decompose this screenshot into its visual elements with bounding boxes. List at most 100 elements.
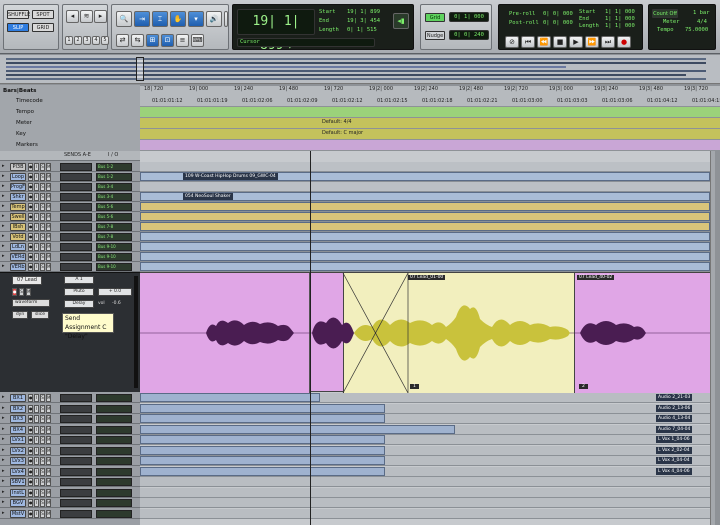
track-name[interactable]: LVx3	[10, 457, 26, 465]
main-counter[interactable]: 19| 1| 899 ▾	[237, 9, 315, 53]
preroll-label[interactable]: Pre-roll	[509, 11, 536, 17]
audio-clip[interactable]	[140, 222, 710, 231]
track-name[interactable]: BGV	[10, 499, 26, 507]
track-tri-icon[interactable]: ▸	[2, 478, 5, 484]
track-tri-icon[interactable]: ▸	[2, 173, 5, 179]
zoomer-tool-icon[interactable]: 🔍	[116, 11, 132, 27]
send-slot[interactable]	[60, 213, 92, 221]
solo-button[interactable]: S	[40, 394, 45, 402]
rec-button[interactable]: ●	[28, 394, 33, 402]
track-row[interactable]: ▸ BX1 ● I S M	[0, 393, 140, 403]
shaker-clip[interactable]: 054 NeoSoul Shaker	[140, 192, 710, 201]
mute-button[interactable]: M	[46, 446, 51, 455]
mute-button[interactable]: M	[46, 404, 51, 413]
mute-button[interactable]: M	[46, 415, 51, 423]
rec-button[interactable]: ●	[28, 499, 33, 507]
send-slot[interactable]	[60, 436, 92, 444]
mute-button[interactable]: M	[46, 223, 51, 231]
io-output[interactable]	[96, 478, 132, 486]
tr-start-value[interactable]: 1| 1| 000	[605, 9, 635, 15]
track-tri-icon[interactable]: ▸	[2, 163, 5, 169]
track-row[interactable]: ▸ InstL ● I S M	[0, 488, 140, 498]
play-icon[interactable]: ▶	[569, 36, 583, 48]
track-row[interactable]: ▸ LVx1 ● I S M	[0, 435, 140, 445]
mirror-midi-icon[interactable]: ≡	[176, 34, 189, 47]
track-name[interactable]: Pl3B	[10, 163, 26, 171]
send-slot[interactable]	[60, 193, 92, 201]
track-row[interactable]: ▸ Pl3B ● I S M Bus 1-2	[0, 162, 140, 172]
solo-button[interactable]: S	[40, 436, 45, 444]
selector-tool-icon[interactable]: ⌶	[152, 11, 168, 27]
input-button[interactable]: I	[34, 163, 39, 171]
right-clip-name[interactable]: L Vox 4_04-06	[656, 467, 692, 475]
count-off-button[interactable]: Count Off	[652, 9, 678, 18]
track-row[interactable]: ▸ Temp ● I S M Bus 5-6	[0, 202, 140, 212]
track-name[interactable]: Loop	[10, 173, 26, 181]
link-timeline-icon[interactable]: ⇆	[131, 34, 144, 47]
mute-button[interactable]: M	[46, 467, 51, 476]
right-clip-name[interactable]: L Vox 2_02-04	[656, 446, 692, 454]
midi-input-icon[interactable]: ◂▮	[393, 13, 409, 29]
tempo-value[interactable]: 75.0000	[685, 27, 708, 33]
rec-button[interactable]: ●	[28, 404, 33, 413]
track-tri-icon[interactable]: ▸	[2, 436, 5, 442]
track-name[interactable]: IBsh	[10, 223, 26, 231]
tempo-ruler[interactable]	[140, 107, 720, 117]
io-output[interactable]	[96, 436, 132, 444]
solo-button[interactable]: S	[40, 233, 45, 241]
rec-button[interactable]: ●	[28, 425, 33, 434]
nudge-value[interactable]: 0| 0| 240	[449, 30, 489, 40]
slip-mode-button[interactable]: SLIP	[7, 23, 29, 32]
zoom-preset-1[interactable]: 1	[65, 36, 73, 45]
send-a-slot[interactable]: A 1	[64, 276, 94, 284]
input-button[interactable]: I	[34, 415, 39, 423]
track-name[interactable]: Votd	[10, 233, 26, 241]
smart-tool-icon[interactable]: ▾	[188, 11, 204, 27]
input-button[interactable]: I	[34, 404, 39, 413]
track-row[interactable]: ▸ MstV ● I S M	[0, 509, 140, 519]
mute-button[interactable]: M	[46, 163, 51, 171]
meter-marker[interactable]: Default: 4/4	[322, 119, 352, 125]
input-button[interactable]: I	[34, 425, 39, 434]
io-output[interactable]	[96, 509, 132, 518]
send-slot[interactable]	[60, 488, 92, 497]
zoom-preset-2[interactable]: 2	[74, 36, 82, 45]
track-tri-icon[interactable]: ▸	[2, 183, 5, 189]
zoom-preset-5[interactable]: 5	[101, 36, 109, 45]
insertion-follows-icon[interactable]: ⊡	[161, 34, 174, 47]
io-output[interactable]: Bus 9-10	[96, 253, 132, 261]
io-output[interactable]	[96, 415, 132, 423]
record-icon[interactable]: ●	[617, 36, 631, 48]
track-name[interactable]: BX1	[10, 394, 26, 402]
mute-button[interactable]: M	[46, 183, 51, 191]
grabber-tool-icon[interactable]: ✋	[170, 11, 186, 27]
track-name[interactable]: BX4	[10, 425, 26, 434]
send-slot[interactable]	[60, 233, 92, 241]
playhead-cursor[interactable]	[310, 151, 311, 525]
track-tri-icon[interactable]: ▸	[2, 233, 5, 239]
scrubber-tool-icon[interactable]: 🔊	[206, 11, 222, 27]
rec-button[interactable]: ●	[28, 203, 33, 211]
rec-button[interactable]: ●	[28, 478, 33, 486]
grid-button[interactable]: Grid	[425, 13, 445, 22]
ruler-meter-label[interactable]: Meter	[16, 118, 32, 128]
right-clip-name[interactable]: L Vox 1_04-06	[656, 436, 692, 443]
solo-button[interactable]: S	[40, 193, 45, 201]
link-track-icon[interactable]: ⊞	[146, 34, 159, 47]
track-row[interactable]: ▸ BX2 ● I S M	[0, 404, 140, 414]
io-output[interactable]	[96, 467, 132, 476]
rec-button[interactable]: ●	[28, 233, 33, 241]
loop-clip[interactable]: 109 W-Coast HipHop Drums 09_GWC-04	[140, 172, 710, 181]
input-button[interactable]: I	[34, 446, 39, 455]
track-tri-icon[interactable]: ▸	[2, 489, 5, 495]
solo-button[interactable]: S	[40, 415, 45, 423]
track-tri-icon[interactable]: ▸	[2, 253, 5, 259]
input-button[interactable]: I	[34, 467, 39, 476]
input-button[interactable]: I	[34, 509, 39, 518]
track-name[interactable]: VERd	[10, 253, 26, 261]
send-slot[interactable]	[60, 223, 92, 231]
mute-button[interactable]: M	[46, 394, 51, 402]
track-lane[interactable]	[140, 477, 715, 487]
solo-button[interactable]: S	[40, 404, 45, 413]
input-button[interactable]: I	[34, 499, 39, 507]
